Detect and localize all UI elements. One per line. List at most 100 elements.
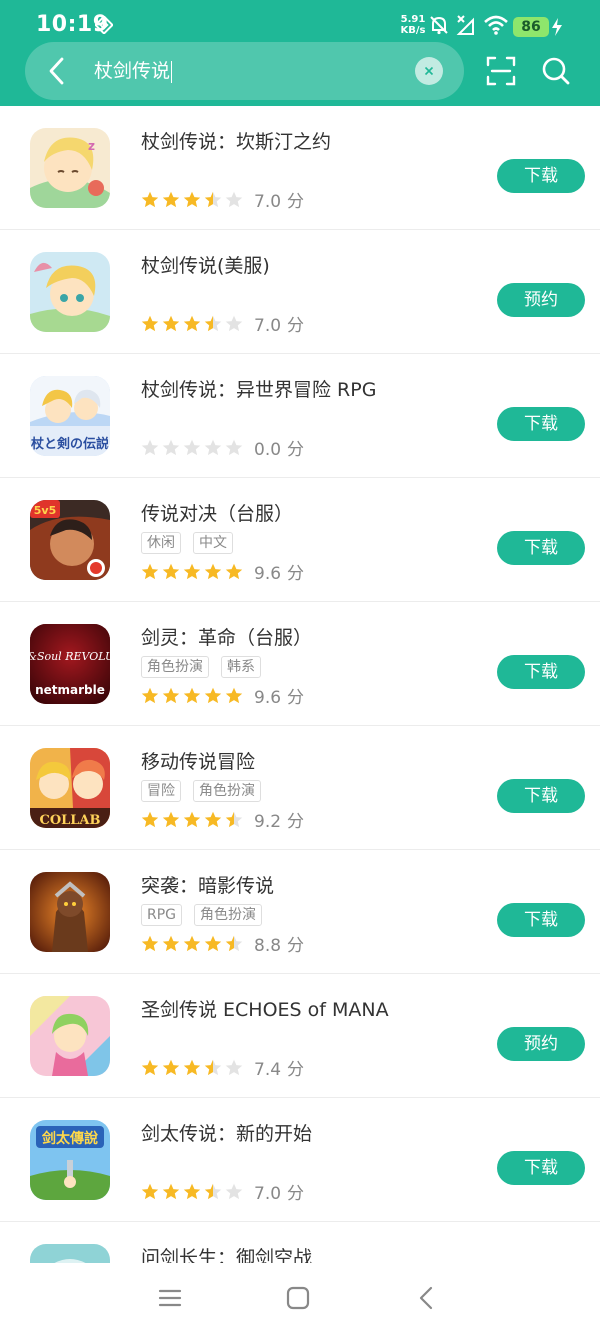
star-full-icon <box>141 687 159 703</box>
charging-icon <box>552 18 562 36</box>
app-icon[interactable]: 剑太傳說 <box>30 1120 110 1200</box>
signal-off-icon <box>456 15 474 35</box>
app-row[interactable]: Blade&Soul REVOLUTION netmarble 剑灵：革命（台服… <box>0 602 600 726</box>
svg-text:netmarble: netmarble <box>35 683 105 697</box>
system-nav-bar <box>0 1263 600 1333</box>
home-icon[interactable] <box>283 1283 313 1313</box>
star-full-icon <box>204 811 222 827</box>
star-empty-icon <box>225 315 243 331</box>
star-full-icon <box>162 935 180 951</box>
star-empty-icon <box>225 1059 243 1075</box>
search-icon[interactable] <box>541 56 571 86</box>
star-full-icon <box>141 315 159 331</box>
download-button[interactable]: 下载 <box>497 531 585 565</box>
app-header: 10:19 5.91 KB/s 86 杖剑传说 <box>0 0 600 106</box>
star-full-icon <box>204 687 222 703</box>
download-button[interactable]: 下载 <box>497 903 585 937</box>
app-icon[interactable]: z <box>30 128 110 208</box>
app-rating: 9.6 分 <box>141 683 304 708</box>
bell-mute-icon <box>430 16 448 35</box>
app-icon[interactable]: Blade&Soul REVOLUTION netmarble <box>30 624 110 704</box>
app-row[interactable]: 问剑长生：御剑空战 <box>0 1222 600 1263</box>
app-row[interactable]: 突袭：暗影传说 RPG 角色扮演 8.8 分 下载 <box>0 850 600 974</box>
net-speed-value: 5.91 <box>400 14 426 25</box>
star-rating <box>141 811 243 829</box>
app-row[interactable]: COLLAB 移动传说冒险 冒险 角色扮演 9.2 分 下载 <box>0 726 600 850</box>
clear-icon[interactable] <box>415 57 443 85</box>
app-row[interactable]: z 杖剑传说：坎斯汀之约 7.0 分 下载 <box>0 106 600 230</box>
app-score: 7.0 分 <box>254 316 305 336</box>
app-tags: RPG 角色扮演 <box>141 904 263 926</box>
star-half-icon <box>204 1059 222 1075</box>
app-tag: 中文 <box>193 532 233 554</box>
star-empty-icon <box>183 439 201 455</box>
app-icon[interactable]: 5v5 <box>30 500 110 580</box>
search-results-list[interactable]: z 杖剑传说：坎斯汀之约 7.0 分 下载 杖剑传说(美服) 7.0 分 预约 … <box>0 106 600 1263</box>
app-tag: 冒险 <box>141 780 181 802</box>
star-empty-icon <box>225 191 243 207</box>
app-rating: 8.8 分 <box>141 931 304 956</box>
net-speed: 5.91 KB/s <box>396 14 430 36</box>
star-full-icon <box>141 1183 159 1199</box>
menu-icon[interactable] <box>155 1283 185 1313</box>
download-button[interactable]: 下载 <box>497 655 585 689</box>
download-button[interactable]: 下载 <box>497 1151 585 1185</box>
app-name: 移动传说冒险 <box>141 751 256 773</box>
app-row[interactable]: 杖と剣の伝説 杖剑传说：异世界冒险 RPG 0.0 分 下载 <box>0 354 600 478</box>
star-full-icon <box>225 563 243 579</box>
svg-text:剑太傳說: 剑太傳說 <box>41 1130 98 1147</box>
app-row[interactable]: 剑太傳說 剑太传说：新的开始 7.0 分 下载 <box>0 1098 600 1222</box>
search-bar[interactable] <box>25 42 464 100</box>
app-row[interactable]: 圣剑传说 ECHOES of MANA 7.4 分 预约 <box>0 974 600 1098</box>
star-full-icon <box>162 811 180 827</box>
star-full-icon <box>162 563 180 579</box>
svg-text:Blade&Soul REVOLUTION: Blade&Soul REVOLUTION <box>30 650 110 663</box>
download-button[interactable]: 下载 <box>497 159 585 193</box>
star-rating <box>141 935 243 953</box>
app-tag: 角色扮演 <box>194 904 263 926</box>
app-icon[interactable] <box>30 872 110 952</box>
app-icon[interactable]: 杖と剣の伝説 <box>30 376 110 456</box>
download-button[interactable]: 下载 <box>497 779 585 813</box>
back-arrow-icon[interactable] <box>46 57 66 85</box>
app-tag: 韩系 <box>221 656 261 678</box>
star-empty-icon <box>204 439 222 455</box>
battery-icon: 86 <box>513 17 549 37</box>
app-rating: 9.2 分 <box>141 807 304 832</box>
reserve-button[interactable]: 预约 <box>497 1027 585 1061</box>
search-input[interactable]: 杖剑传说 <box>94 58 173 84</box>
star-half-icon <box>204 1183 222 1199</box>
app-name: 传说对决（台服） <box>141 503 294 525</box>
star-full-icon <box>183 191 201 207</box>
star-full-icon <box>162 687 180 703</box>
star-empty-icon <box>162 439 180 455</box>
star-half-icon <box>225 935 243 951</box>
app-name: 问剑长生：御剑空战 <box>141 1247 313 1263</box>
app-tags: 休闲 中文 <box>141 532 233 554</box>
scan-icon[interactable] <box>486 56 516 86</box>
app-score: 8.8 分 <box>254 936 305 956</box>
app-score: 7.0 分 <box>254 1184 305 1204</box>
app-row[interactable]: 5v5 传说对决（台服） 休闲 中文 9.6 分 下载 <box>0 478 600 602</box>
wifi-icon <box>484 15 508 35</box>
app-icon[interactable] <box>30 252 110 332</box>
star-rating <box>141 191 243 209</box>
app-name: 剑灵：革命（台服） <box>141 627 313 649</box>
reserve-button[interactable]: 预约 <box>497 283 585 317</box>
star-rating <box>141 1183 243 1201</box>
star-half-icon <box>225 811 243 827</box>
star-full-icon <box>141 935 159 951</box>
star-full-icon <box>183 687 201 703</box>
app-icon[interactable] <box>30 996 110 1076</box>
app-score: 9.6 分 <box>254 688 305 708</box>
download-button[interactable]: 下载 <box>497 407 585 441</box>
app-icon[interactable] <box>30 1244 110 1263</box>
app-rating: 7.0 分 <box>141 187 304 212</box>
app-icon[interactable]: COLLAB <box>30 748 110 828</box>
app-name: 圣剑传说 ECHOES of MANA <box>141 999 389 1021</box>
star-full-icon <box>162 191 180 207</box>
search-query: 杖剑传说 <box>94 60 171 82</box>
app-score: 0.0 分 <box>254 440 305 460</box>
app-row[interactable]: 杖剑传说(美服) 7.0 分 预约 <box>0 230 600 354</box>
back-icon[interactable] <box>412 1283 442 1313</box>
